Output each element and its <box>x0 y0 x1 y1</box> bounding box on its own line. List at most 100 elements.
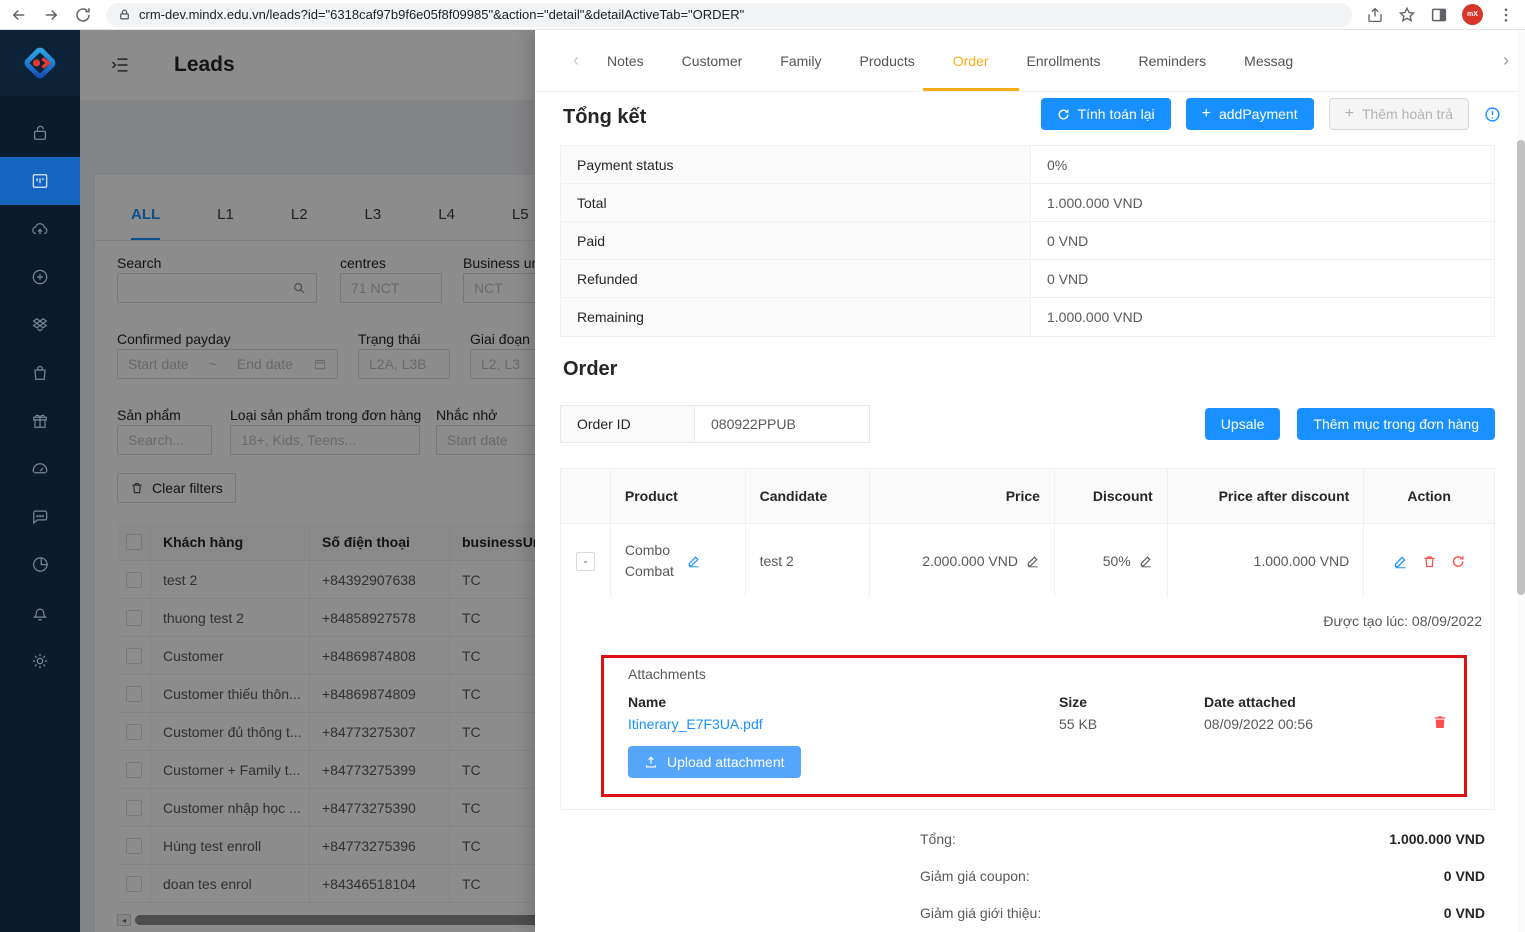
delete-item-icon[interactable] <box>1422 554 1437 569</box>
order-id-label: Order ID <box>560 405 695 443</box>
referral-discount-label: Giảm giá giới thiệu: <box>920 905 1041 921</box>
summary-value: 0 VND <box>1031 260 1494 297</box>
order-totals: Tổng:1.000.000 VND Giảm giá coupon:0 VND… <box>920 820 1485 931</box>
bookmark-star-icon[interactable] <box>1398 6 1416 24</box>
created-at-text: Được tạo lúc: 08/09/2022 <box>1323 613 1482 629</box>
order-detail-drawer: ‹ Notes Customer Family Products Order E… <box>535 30 1525 932</box>
sidebar-item-shopping-bag[interactable] <box>0 349 80 397</box>
order-item-row: - Combo Combat test 2 2.000.000 VND 50% … <box>561 523 1494 598</box>
summary-label: Refunded <box>561 260 1031 297</box>
summary-value: 0 VND <box>1031 222 1494 259</box>
info-circle-icon[interactable] <box>1484 106 1501 123</box>
attachment-size-header: Size <box>1059 694 1087 710</box>
tab-products[interactable]: Products <box>860 30 915 91</box>
upload-attachment-button[interactable]: Upload attachment <box>628 746 801 778</box>
attachment-file-date: 08/09/2022 00:56 <box>1204 716 1313 732</box>
sidebar-item-notifications[interactable] <box>0 589 80 637</box>
sidebar-item-gift[interactable] <box>0 397 80 445</box>
sidebar-menu <box>0 109 80 685</box>
add-payment-button[interactable]: + addPayment <box>1186 98 1314 130</box>
tab-customer[interactable]: Customer <box>682 30 743 91</box>
delete-attachment-icon[interactable] <box>1432 714 1448 730</box>
sidebar-item-cloud-upload[interactable] <box>0 205 80 253</box>
reset-item-icon[interactable] <box>1451 554 1466 569</box>
attachment-date-header: Date attached <box>1204 694 1296 710</box>
summary-row: Paid0 VND <box>561 222 1494 260</box>
coupon-discount-label: Giảm giá coupon: <box>920 868 1030 884</box>
sidebar-item-lock[interactable] <box>0 109 80 157</box>
collapse-row-button[interactable]: - <box>576 552 595 571</box>
vertical-scrollbar <box>1517 30 1525 932</box>
tab-family[interactable]: Family <box>780 30 821 91</box>
total-row: Tổng: 1.000.000 VND <box>920 820 1485 857</box>
address-bar[interactable]: crm-dev.mindx.edu.vn/leads?id="6318caf97… <box>106 3 1352 27</box>
sidebar-item-kanban-board[interactable] <box>0 157 80 205</box>
tab-messages[interactable]: Messages <box>1244 30 1294 91</box>
chat-bubble-icon <box>30 507 50 527</box>
total-label: Tổng: <box>920 831 956 847</box>
sidebar-item-plus-circle[interactable] <box>0 253 80 301</box>
menu-kebab-icon[interactable] <box>1497 6 1515 24</box>
tab-order[interactable]: Order <box>953 30 989 91</box>
lock-icon <box>118 8 131 21</box>
price-after-discount-value: 1.000.000 VND <box>1254 553 1350 569</box>
reload-icon[interactable] <box>74 6 92 24</box>
order-buttons: Upsale Thêm mục trong đơn hàng <box>1205 408 1495 440</box>
share-icon[interactable] <box>1366 6 1384 24</box>
total-row: Giảm giá giới thiệu:0 VND <box>920 894 1485 931</box>
plus-icon: + <box>1345 106 1354 122</box>
payment-summary-table: Payment status0% Total1.000.000 VND Paid… <box>560 145 1495 337</box>
back-icon[interactable] <box>10 6 28 24</box>
summary-value: 1.000.000 VND <box>1031 298 1494 336</box>
detail-tabs: ‹ Notes Customer Family Products Order E… <box>535 30 1525 92</box>
add-payment-label: addPayment <box>1219 106 1298 122</box>
add-order-item-button[interactable]: Thêm mục trong đơn hàng <box>1297 408 1495 440</box>
summary-value: 0% <box>1031 146 1494 183</box>
avatar-text: mX <box>1467 11 1478 18</box>
summary-title: Tổng kết <box>563 106 646 129</box>
total-value: 1.000.000 VND <box>1389 831 1485 847</box>
browser-toolbar: crm-dev.mindx.edu.vn/leads?id="6318caf97… <box>0 0 1525 30</box>
upsale-button[interactable]: Upsale <box>1205 408 1281 440</box>
pie-chart-icon <box>30 555 50 575</box>
price-value: 2.000.000 VND <box>922 553 1018 569</box>
col-price: Price <box>870 469 1055 523</box>
sidebar-item-chat[interactable] <box>0 493 80 541</box>
sidebar-item-dashboard[interactable] <box>0 445 80 493</box>
upload-attachment-label: Upload attachment <box>667 754 785 770</box>
product-name: Combo Combat <box>625 540 687 582</box>
tab-reminders[interactable]: Reminders <box>1138 30 1206 91</box>
attachment-name-header: Name <box>628 694 666 710</box>
add-refund-button[interactable]: + Thêm hoàn trả <box>1329 98 1469 130</box>
summary-buttons: Tính toán lại + addPayment + Thêm hoàn t… <box>1041 98 1469 130</box>
edit-item-icon[interactable] <box>1393 554 1408 569</box>
order-item-expanded-row: Được tạo lúc: 08/09/2022 Attachments Nam… <box>560 597 1495 810</box>
sidebar <box>0 30 80 932</box>
app-window: Leads ALL L1 L2 L3 L4 L5 Search centres … <box>0 30 1525 932</box>
col-candidate: Candidate <box>746 469 871 523</box>
lock-icon <box>30 123 50 143</box>
summary-label: Total <box>561 184 1031 221</box>
edit-price-icon[interactable] <box>1026 554 1040 568</box>
tabs-scroll-right-icon[interactable]: › <box>1503 30 1509 91</box>
sidebar-item-settings[interactable] <box>0 637 80 685</box>
tab-notes[interactable]: Notes <box>607 30 644 91</box>
forward-icon[interactable] <box>42 6 60 24</box>
profile-avatar[interactable]: mX <box>1462 4 1483 25</box>
shopping-bag-icon <box>30 363 50 383</box>
edit-product-icon[interactable] <box>687 554 701 568</box>
gift-icon <box>30 411 50 431</box>
sidebar-item-dropbox[interactable] <box>0 301 80 349</box>
attachment-file-link[interactable]: Itinerary_E7F3UA.pdf <box>628 716 763 732</box>
edit-discount-icon[interactable] <box>1139 554 1153 568</box>
order-items-table: Product Candidate Price Discount Price a… <box>560 468 1495 598</box>
vertical-scroll-thumb[interactable] <box>1517 140 1525 595</box>
col-product: Product <box>611 469 746 523</box>
tab-enrollments[interactable]: Enrollments <box>1027 30 1101 91</box>
sidebar-item-pie-chart[interactable] <box>0 541 80 589</box>
side-panel-icon[interactable] <box>1430 6 1448 24</box>
attachment-file-size: 55 KB <box>1059 716 1097 732</box>
recalculate-button[interactable]: Tính toán lại <box>1041 98 1171 130</box>
attachments-title: Attachments <box>628 666 706 682</box>
tabs-scroll-left-icon[interactable]: ‹ <box>573 30 579 91</box>
